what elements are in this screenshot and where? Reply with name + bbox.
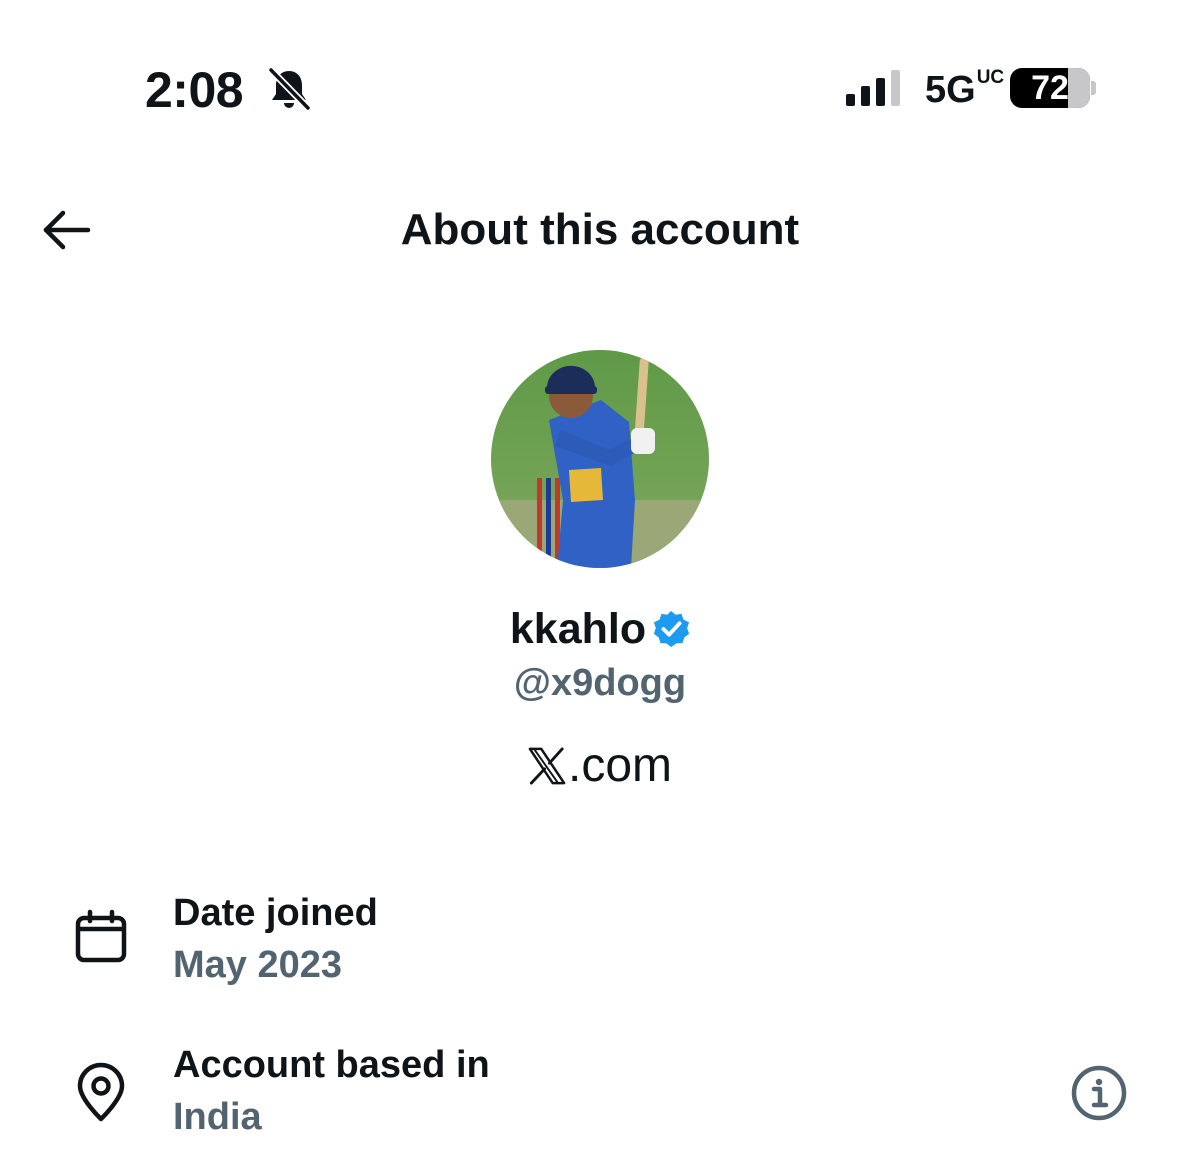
network-suffix: UC (976, 67, 1005, 88)
platform-domain: .com (567, 739, 672, 792)
page-title: About this account (400, 205, 800, 254)
account-based-label: Account based in (173, 1044, 490, 1086)
battery-level: 72 (1031, 69, 1069, 107)
avatar[interactable] (491, 350, 709, 568)
verified-badge-icon (652, 610, 690, 648)
network-type: 5G (925, 69, 976, 111)
date-joined-value: May 2023 (173, 944, 343, 986)
date-joined-label: Date joined (173, 892, 378, 934)
battery-icon: 72 (1010, 68, 1090, 108)
account-based-row: Account based in India (0, 1042, 1200, 1152)
calendar-icon (70, 908, 132, 970)
location-pin-icon (70, 1062, 132, 1124)
info-button[interactable] (1069, 1063, 1129, 1123)
signal-bars-icon (846, 70, 908, 106)
info-icon (1071, 1065, 1127, 1121)
account-based-value: India (173, 1096, 262, 1138)
user-handle: @x9dogg (513, 662, 687, 704)
x-logo-icon (528, 747, 566, 785)
battery-cap (1091, 81, 1096, 95)
avatar-photo (491, 350, 709, 568)
status-time: 2:08 (145, 62, 244, 118)
display-name: kkahlo (509, 605, 647, 653)
bell-slash-icon (266, 66, 312, 112)
date-joined-row: Date joined May 2023 (0, 890, 1200, 1000)
platform-label: .com (0, 738, 1200, 794)
name-row: kkahlo (0, 602, 1200, 656)
network-indicator: 5GUC (925, 67, 1005, 111)
